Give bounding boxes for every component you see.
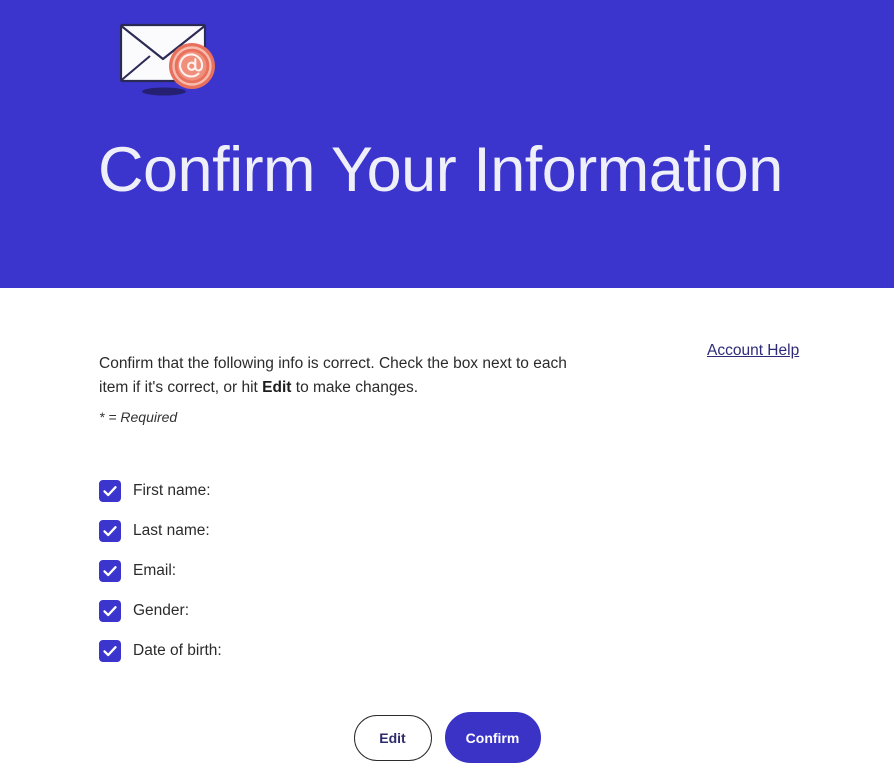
confirm-information-page: Confirm Your Information Confirm that th… (0, 0, 894, 779)
checklist-label-first-name: First name: (133, 482, 211, 499)
confirmation-checklist: First name: Last name: Email: Gender: Da… (99, 480, 619, 680)
checklist-label-date-of-birth: Date of birth: (133, 642, 222, 659)
check-icon (103, 566, 117, 577)
checklist-item-last-name[interactable]: Last name: (99, 520, 619, 542)
checklist-item-email[interactable]: Email: (99, 560, 619, 582)
intro-bold-edit: Edit (262, 378, 292, 396)
checklist-item-first-name[interactable]: First name: (99, 480, 619, 502)
email-envelope-at-icon (118, 16, 228, 102)
page-title: Confirm Your Information (98, 135, 783, 205)
page-body: Confirm that the following info is corre… (0, 288, 894, 779)
check-icon (103, 526, 117, 537)
checklist-item-date-of-birth[interactable]: Date of birth: (99, 640, 619, 662)
intro-instructions: Confirm that the following info is corre… (99, 352, 599, 400)
account-help-link[interactable]: Account Help (707, 340, 799, 362)
confirm-button[interactable]: Confirm (444, 712, 541, 763)
checklist-label-gender: Gender: (133, 602, 190, 619)
checklist-label-last-name: Last name: (133, 522, 210, 539)
edit-button[interactable]: Edit (353, 714, 432, 761)
checkbox-first-name[interactable] (99, 480, 121, 502)
action-button-row: Edit Confirm (0, 712, 894, 763)
checkbox-date-of-birth[interactable] (99, 640, 121, 662)
checkbox-gender[interactable] (99, 600, 121, 622)
checkbox-last-name[interactable] (99, 520, 121, 542)
checkbox-email[interactable] (99, 560, 121, 582)
check-icon (103, 646, 117, 657)
page-header-banner: Confirm Your Information (0, 0, 894, 288)
checklist-label-email: Email: (133, 562, 177, 579)
check-icon (103, 486, 117, 497)
required-note: * = Required (99, 409, 178, 425)
checklist-item-gender[interactable]: Gender: (99, 600, 619, 622)
intro-text-2: to make changes. (291, 378, 419, 396)
check-icon (103, 606, 117, 617)
